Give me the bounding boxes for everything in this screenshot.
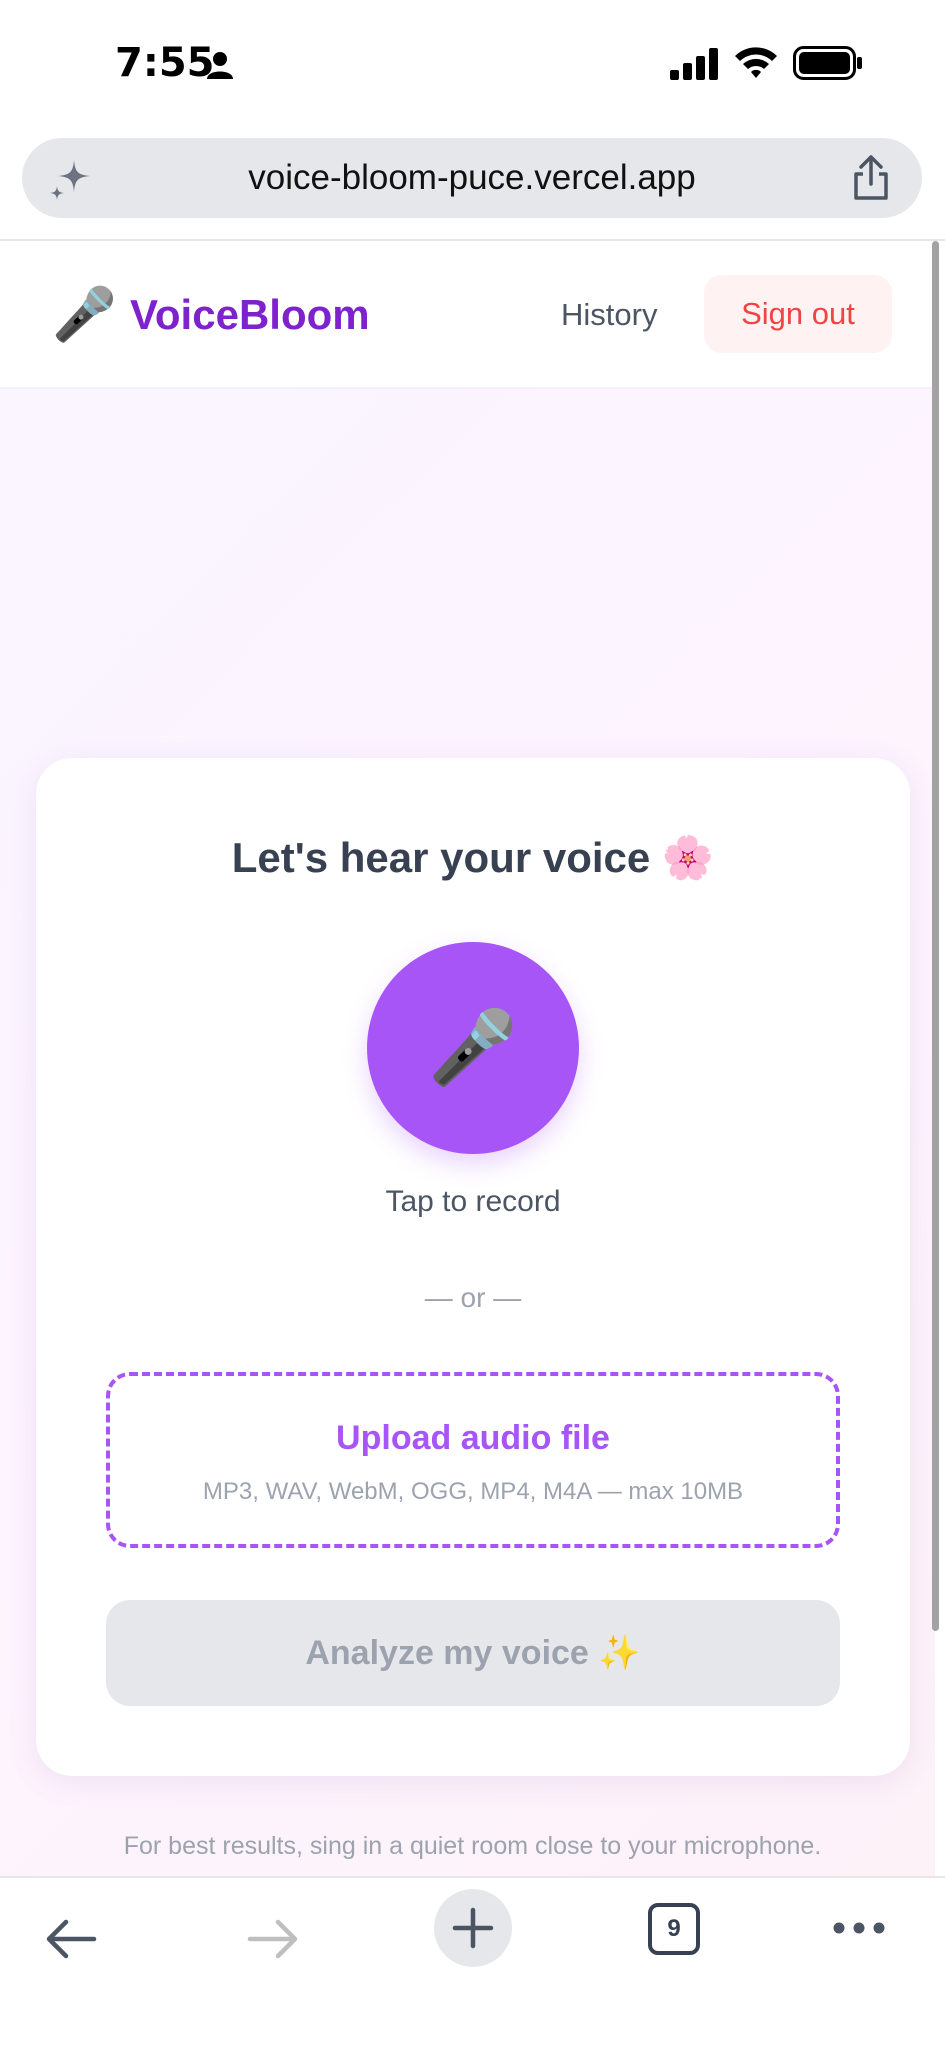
scrollbar[interactable] xyxy=(932,241,939,1631)
forward-arrow-icon[interactable] xyxy=(244,1914,302,1964)
back-arrow-icon[interactable] xyxy=(42,1914,100,1964)
brand-name[interactable]: VoiceBloom xyxy=(130,285,370,345)
upload-dropzone[interactable]: Upload audio file MP3, WAV, WebM, OGG, M… xyxy=(106,1372,840,1548)
microphone-icon: 🎤 xyxy=(428,1008,518,1088)
plus-icon xyxy=(452,1907,494,1949)
app-header: 🎤 VoiceBloom History Sign out xyxy=(0,241,935,389)
person-icon xyxy=(207,52,233,79)
tab-count-button[interactable]: 9 xyxy=(648,1903,700,1955)
more-icon[interactable] xyxy=(832,1918,886,1938)
upload-formats: MP3, WAV, WebM, OGG, MP4, M4A — max 10MB xyxy=(202,1478,744,1505)
or-divider: — or — xyxy=(424,1282,522,1313)
share-icon[interactable] xyxy=(848,154,894,202)
analyze-button[interactable]: Analyze my voice ✨ xyxy=(106,1600,840,1706)
sign-out-button[interactable]: Sign out xyxy=(704,275,892,353)
history-link[interactable]: History xyxy=(561,295,657,335)
upload-label: Upload audio file xyxy=(336,1419,610,1457)
record-label: Tap to record xyxy=(385,1185,561,1218)
record-button[interactable]: 🎤 xyxy=(367,942,579,1154)
address-bar[interactable]: voice-bloom-puce.vercel.app xyxy=(22,138,922,218)
record-card: Let's hear your voice 🌸 🎤 Tap to record … xyxy=(36,758,910,1776)
card-title: Let's hear your voice 🌸 xyxy=(231,834,715,881)
status-time: 7:55 xyxy=(115,40,215,86)
footer-hint: For best results, sing in a quiet room c… xyxy=(123,1832,822,1860)
url-text[interactable]: voice-bloom-puce.vercel.app xyxy=(22,138,922,218)
wifi-icon xyxy=(735,47,777,78)
status-bar: 7:55 xyxy=(0,0,945,130)
browser-toolbar: 9 xyxy=(0,1876,945,2048)
new-tab-button[interactable] xyxy=(434,1889,512,1967)
cellular-signal-icon xyxy=(670,48,718,80)
battery-icon xyxy=(793,46,862,80)
microphone-icon: 🎤 xyxy=(52,286,117,344)
